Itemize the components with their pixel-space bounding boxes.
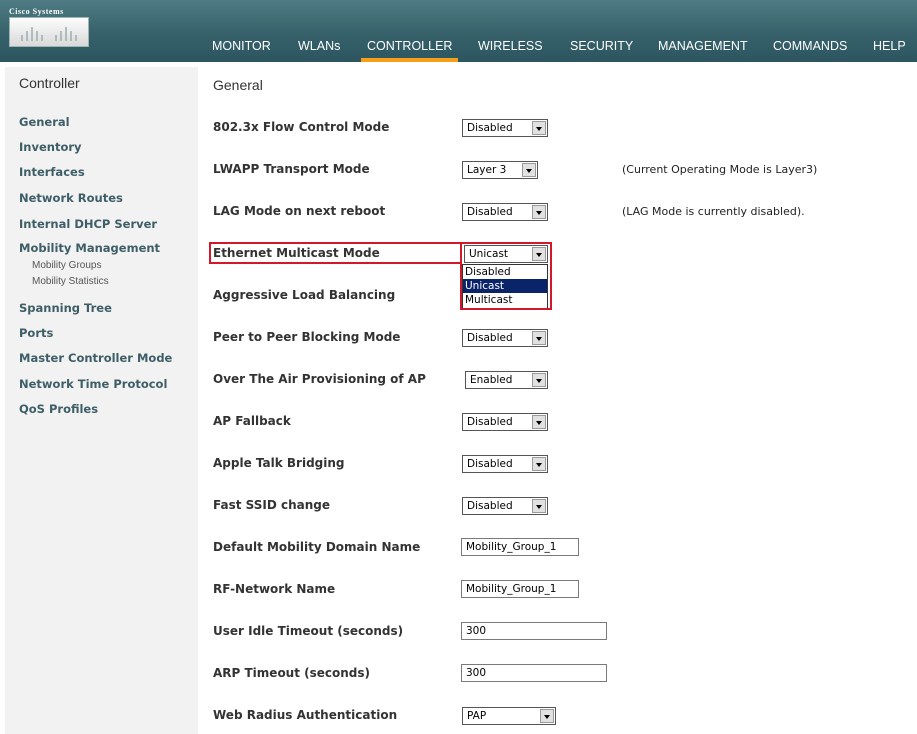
lag-mode-note: (LAG Mode is currently disabled). [622,205,805,218]
chevron-down-icon [532,205,546,219]
chevron-down-icon [540,709,554,723]
mobility-domain-label: Default Mobility Domain Name [213,540,421,554]
flow-control-label: 802.3x Flow Control Mode [213,120,390,134]
logo-text: Cisco Systems [9,7,64,16]
sidebar-item-network-time-protocol[interactable]: Network Time Protocol [19,377,167,391]
sidebar-title: Controller [19,75,80,91]
top-header: Cisco Systems MONITOR WLANs CONTROLLER W… [0,0,917,62]
arp-timeout-label: ARP Timeout (seconds) [213,666,371,680]
sidebar-subitem-mobility-groups[interactable]: Mobility Groups [32,260,101,271]
highlight-box-label [209,242,462,264]
rf-network-input[interactable]: Mobility_Group_1 [461,580,579,598]
lwapp-transport-label: LWAPP Transport Mode [213,162,370,176]
sidebar-item-spanning-tree[interactable]: Spanning Tree [19,301,112,315]
nav-wireless[interactable]: WIRELESS [478,37,543,57]
highlight-box-dropdown [460,242,552,310]
nav-monitor[interactable]: MONITOR [212,37,271,57]
web-radius-auth-select[interactable]: PAP [462,707,556,725]
flow-control-select[interactable]: Disabled [462,119,548,137]
sidebar-item-master-controller-mode[interactable]: Master Controller Mode [19,351,172,365]
nav-wlans[interactable]: WLANs [298,37,340,57]
lag-mode-select[interactable]: Disabled [462,203,548,221]
main-nav: MONITOR WLANs CONTROLLER WIRELESS SECURI… [0,37,917,62]
sidebar: Controller General Inventory Interfaces … [5,67,198,734]
peer-to-peer-select[interactable]: Disabled [462,329,548,347]
ota-provisioning-label: Over The Air Provisioning of AP [213,372,426,386]
apple-talk-label: Apple Talk Bridging [213,456,345,470]
nav-commands[interactable]: COMMANDS [773,37,847,57]
lwapp-transport-note: (Current Operating Mode is Layer3) [622,163,818,176]
apple-talk-select[interactable]: Disabled [462,455,548,473]
sidebar-item-ports[interactable]: Ports [19,326,53,340]
chevron-down-icon [522,163,536,177]
sidebar-item-network-routes[interactable]: Network Routes [19,191,123,205]
chevron-down-icon [532,499,546,513]
web-radius-auth-label: Web Radius Authentication [213,708,398,722]
sidebar-item-qos-profiles[interactable]: QoS Profiles [19,402,98,416]
aggressive-load-balancing-label: Aggressive Load Balancing [213,288,396,302]
lwapp-transport-select[interactable]: Layer 3 [462,161,538,179]
peer-to-peer-label: Peer to Peer Blocking Mode [213,330,401,344]
fast-ssid-select[interactable]: Disabled [462,497,548,515]
user-idle-timeout-label: User Idle Timeout (seconds) [213,624,404,638]
rf-network-label: RF-Network Name [213,582,336,596]
main-content: General 802.3x Flow Control Mode Disable… [205,67,917,734]
nav-help[interactable]: HELP [873,37,906,57]
sidebar-item-inventory[interactable]: Inventory [19,140,82,154]
nav-management[interactable]: MANAGEMENT [658,37,748,57]
sidebar-subitem-mobility-statistics[interactable]: Mobility Statistics [32,276,109,287]
chevron-down-icon [532,373,546,387]
ap-fallback-select[interactable]: Disabled [462,413,548,431]
chevron-down-icon [532,121,546,135]
ap-fallback-label: AP Fallback [213,414,291,428]
chevron-down-icon [532,457,546,471]
nav-controller[interactable]: CONTROLLER [360,37,459,62]
sidebar-item-mobility-management[interactable]: Mobility Management [19,241,160,255]
user-idle-timeout-input[interactable]: 300 [461,622,607,640]
sidebar-item-interfaces[interactable]: Interfaces [19,165,85,179]
sidebar-item-general[interactable]: General [19,115,70,129]
sidebar-item-internal-dhcp-server[interactable]: Internal DHCP Server [19,217,157,231]
nav-security[interactable]: SECURITY [570,37,633,57]
fast-ssid-label: Fast SSID change [213,498,331,512]
page-title: General [213,77,263,93]
chevron-down-icon [532,331,546,345]
arp-timeout-input[interactable]: 300 [461,664,607,682]
lag-mode-label: LAG Mode on next reboot [213,204,386,218]
mobility-domain-input[interactable]: Mobility_Group_1 [461,538,579,556]
ota-provisioning-select[interactable]: Enabled [465,371,548,389]
chevron-down-icon [532,415,546,429]
